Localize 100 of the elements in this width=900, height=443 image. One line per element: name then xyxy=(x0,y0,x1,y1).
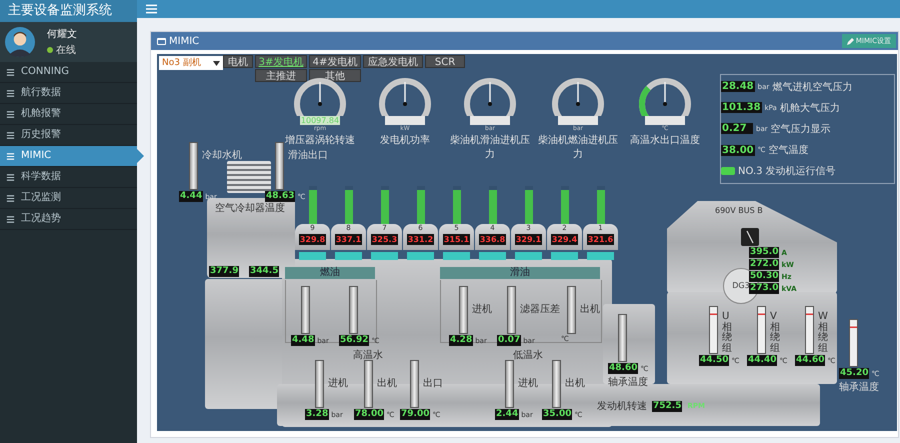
menu-icon[interactable] xyxy=(146,4,157,14)
value-readout: 4.48 xyxy=(291,335,316,346)
value-readout: 44.40 xyxy=(747,355,778,366)
bar-track xyxy=(315,360,324,408)
tab[interactable]: 其他 xyxy=(309,69,361,82)
section-header: 滑油 xyxy=(440,267,600,279)
exhaust-temperature-readout: 325.3 xyxy=(370,234,398,245)
turbocharger-drawing xyxy=(227,161,271,193)
panel-title: MIMIC xyxy=(169,36,200,46)
value-readout: 79.00 xyxy=(400,409,430,420)
value-readout: 50.30 xyxy=(749,271,780,282)
exhaust-temperature-readout: 331.2 xyxy=(406,234,434,245)
menu-item-icon xyxy=(6,214,15,224)
exhaust-temperature-readout: 329.8 xyxy=(298,234,326,245)
cylinder-indicator xyxy=(479,252,506,260)
bar-label: 滑油出口 xyxy=(288,148,328,162)
value-readout: 273.0 xyxy=(749,283,780,294)
tab[interactable]: SCR xyxy=(425,55,465,68)
bar-label: 出口 xyxy=(423,376,443,390)
sidebar-item[interactable]: 机舱报警 xyxy=(0,104,137,125)
window-icon xyxy=(157,38,166,44)
cylinder-indicator xyxy=(371,252,398,260)
sidebar-item[interactable]: CONNING xyxy=(0,62,137,83)
tab[interactable]: 电机 xyxy=(223,55,253,68)
gauge-value xyxy=(645,116,685,125)
gauge-label: 高温水出口温度 xyxy=(630,134,700,147)
sidebar-item[interactable]: 航行数据 xyxy=(0,83,137,104)
section-label: 低温水 xyxy=(513,348,543,362)
value-readout: 56.92 xyxy=(339,335,370,346)
reading-label: 空气压力显示 xyxy=(770,122,831,136)
value-readout: 45.20 xyxy=(839,368,870,379)
sidebar-item[interactable]: 工况监测 xyxy=(0,188,137,209)
menu-item-icon xyxy=(6,152,15,160)
bar-track xyxy=(189,142,198,190)
value-readout: 78.00 xyxy=(354,409,384,420)
bar-track xyxy=(275,142,284,190)
value-readout: 3.28 xyxy=(305,409,330,420)
cylinder-indicator xyxy=(515,252,542,260)
tab[interactable]: 3#发电机 xyxy=(255,55,307,68)
bar-label: 轴承温度 xyxy=(839,380,879,394)
bar-track xyxy=(849,319,858,367)
bar-label: 出机 xyxy=(565,376,585,390)
menu-item-icon xyxy=(6,172,15,182)
bar-track xyxy=(364,360,373,408)
gauge-label: 发电机功率 xyxy=(380,134,430,147)
bar-label: W相绕组 xyxy=(818,312,828,354)
value-readout: 4.28 xyxy=(449,335,474,346)
value-readout: 752.5 xyxy=(652,400,682,412)
exhaust-temperature-readout: 329.4 xyxy=(550,234,578,245)
value-readout: 44.60 xyxy=(795,355,826,366)
bar-label: V相绕组 xyxy=(770,312,780,354)
user-name: 何耀文 xyxy=(47,28,77,41)
sidebar-item[interactable]: 工况趋势 xyxy=(0,209,137,230)
menu-item-icon xyxy=(6,68,15,76)
exhaust-temperature-readout: 329.1 xyxy=(514,234,542,245)
bar-track xyxy=(618,314,627,362)
cooler-label: 空气冷却器温度 xyxy=(215,202,285,215)
tab[interactable]: 应急发电机 xyxy=(363,55,423,68)
user-status: 在线 xyxy=(47,43,77,57)
cylinder-indicator xyxy=(443,252,470,260)
reading-label: 燃气进机空气压力 xyxy=(772,80,852,94)
unit-select[interactable]: No3 副机 xyxy=(159,56,223,70)
menu-item-icon xyxy=(6,194,15,202)
value-readout: 2.44 xyxy=(495,409,520,420)
section-label: 高温水 xyxy=(353,348,383,362)
section-header: 燃油 xyxy=(285,267,375,279)
caret-icon xyxy=(213,61,220,66)
reading-label: NO.3 发动机运行信号 xyxy=(738,164,836,178)
bar-label: 进机 xyxy=(472,302,492,316)
cylinder-indicator xyxy=(335,252,362,260)
tab[interactable]: 4#发电机 xyxy=(309,55,361,68)
exhaust-temperature-readout: 321.6 xyxy=(586,234,614,245)
app-title: 主要设备监测系统 xyxy=(0,0,137,22)
exhaust-temperature-readout: 315.1 xyxy=(442,234,470,245)
menu-item-icon xyxy=(6,130,15,140)
bar-label: 进机 xyxy=(328,376,348,390)
value-readout: 4.44 xyxy=(179,191,204,202)
value-readout: 38.00 xyxy=(721,144,755,156)
bar-label: 滤器压差 xyxy=(520,302,560,316)
bus-label: 690V BUS B xyxy=(715,206,763,215)
tab[interactable]: 主推进 xyxy=(255,69,307,82)
bar-label: 进机 xyxy=(518,376,538,390)
gauge-label: 柴油机滑油进机压力 xyxy=(449,134,531,161)
bar-track xyxy=(505,360,514,408)
cylinder-indicator xyxy=(299,252,326,260)
value-readout: 0.27 xyxy=(721,123,753,134)
breaker-switch-icon xyxy=(741,228,759,246)
menu-item-icon xyxy=(6,88,15,98)
gauge-value xyxy=(385,116,425,125)
value-readout: 272.0 xyxy=(749,259,780,270)
menu-item-icon xyxy=(6,110,15,118)
bar-track xyxy=(349,286,358,334)
bar-track xyxy=(459,286,468,334)
gauge-value: 10097.84 xyxy=(300,116,340,125)
gauge-value xyxy=(558,116,598,125)
bar-label: U相绕组 xyxy=(722,312,732,354)
bar-label: 出机 xyxy=(377,376,397,390)
bar-track xyxy=(507,286,516,334)
sidebar-item[interactable]: 科学数据 xyxy=(0,167,137,188)
bar-track xyxy=(552,360,561,408)
